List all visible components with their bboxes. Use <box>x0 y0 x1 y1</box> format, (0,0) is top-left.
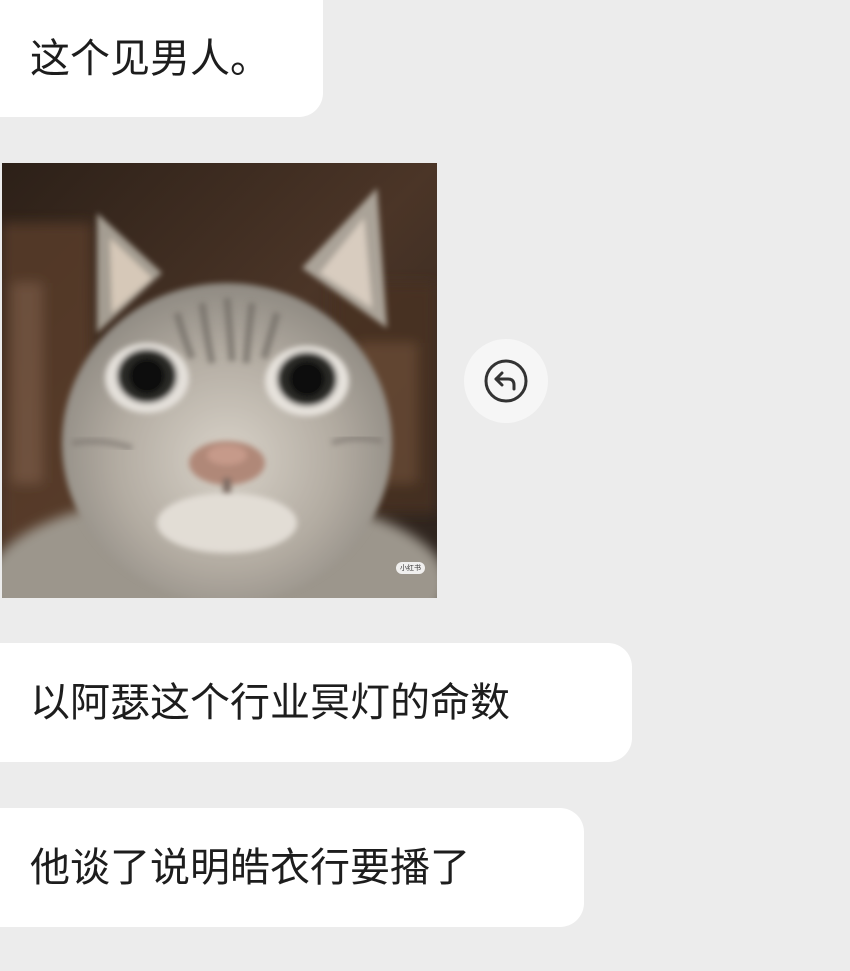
reply-button[interactable] <box>464 339 548 423</box>
message-text-1: 这个见男人。 <box>30 35 270 82</box>
chat-thread: 这个见男人。 小红书 以阿瑟这个行业冥灯的命数 他谈了说明皓衣行要播了 <box>0 0 850 971</box>
reply-arrow-icon <box>484 359 528 403</box>
message-text-3: 他谈了说明皓衣行要播了 <box>30 844 470 891</box>
message-bubble-2[interactable]: 以阿瑟这个行业冥灯的命数 <box>0 643 632 762</box>
message-bubble-3[interactable]: 他谈了说明皓衣行要播了 <box>0 808 584 927</box>
watermark-label: 小红书 <box>396 562 425 574</box>
image-message[interactable]: 小红书 <box>2 163 437 598</box>
message-bubble-1[interactable]: 这个见男人。 <box>0 0 323 117</box>
message-text-2: 以阿瑟这个行业冥灯的命数 <box>30 679 510 726</box>
cat-photo <box>2 163 437 598</box>
